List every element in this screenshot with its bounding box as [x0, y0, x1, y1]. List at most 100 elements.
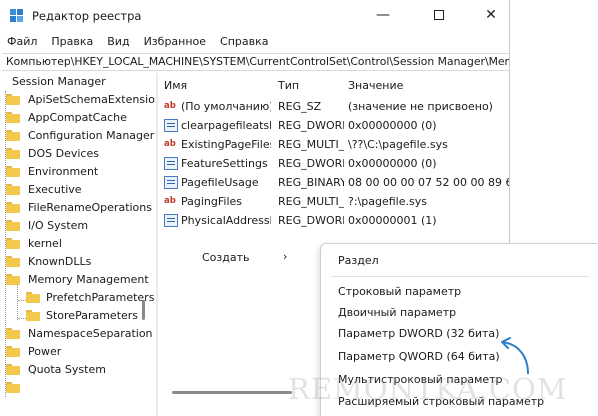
registry-tree[interactable]: Session Manager ApiSetSchemaExtensions A… [0, 73, 155, 416]
registry-editor-icon [10, 9, 24, 23]
tree-item-label: Memory Management [28, 273, 149, 286]
tree-item-label: AppCompatCache [28, 111, 127, 124]
create-menu-label: Создать [202, 251, 250, 264]
tree-item-label: NamespaceSeparation [28, 327, 153, 340]
tree-item-label: DOS Devices [28, 147, 99, 160]
tree-item-label: StoreParameters [46, 309, 139, 322]
window-title: Редактор реестра [32, 9, 142, 23]
menu-favorites[interactable]: Избранное [137, 32, 213, 52]
menu-help[interactable]: Справка [213, 32, 275, 52]
value-name: clearpagefileatshutdown [181, 119, 271, 132]
minimize-button[interactable]: — [366, 4, 400, 26]
value-name: FeatureSettings [181, 157, 268, 170]
tree-guide-line [18, 300, 26, 301]
value-data: 0x00000001 (1) [348, 214, 437, 227]
value-type: REG_DWORD [278, 214, 344, 227]
value-row[interactable]: ab (По умолчанию) REG_SZ (значение не пр… [160, 97, 509, 116]
tree-item-label: kernel [28, 237, 62, 250]
submenu-separator [331, 276, 589, 277]
pointer-arrow-icon [501, 337, 529, 375]
tree-guide-line [17, 284, 18, 320]
column-header-name[interactable]: Имя [164, 79, 187, 92]
value-type: REG_SZ [278, 100, 322, 113]
folder-icon [6, 166, 20, 177]
tree-item-label: KnownDLLs [28, 255, 92, 268]
folder-icon [6, 382, 20, 393]
value-row[interactable]: clearpagefileatshutdown REG_DWORD 0x0000… [160, 116, 509, 135]
submenu-item-binary-value[interactable]: Двоичный параметр [338, 306, 456, 319]
value-row[interactable]: ab PagingFiles REG_MULTI_SZ ?:\pagefile.… [160, 192, 509, 211]
folder-icon [26, 292, 40, 303]
menu-edit[interactable]: Правка [44, 32, 100, 52]
folder-icon [6, 256, 20, 267]
close-button[interactable]: ✕ [474, 4, 508, 26]
value-name: PhysicalAddressExtension [181, 214, 271, 227]
pane-splitter[interactable] [156, 73, 158, 416]
folder-icon [6, 346, 20, 357]
tree-item-label: FileRenameOperations [28, 201, 152, 214]
value-name: PagefileUsage [181, 176, 259, 189]
context-menu-create[interactable]: Создать › [186, 243, 302, 273]
folder-icon [6, 328, 20, 339]
string-value-icon: ab [164, 139, 176, 149]
folder-icon [6, 130, 20, 141]
value-name: ExistingPageFiles [181, 138, 271, 151]
folder-icon [6, 94, 20, 105]
tree-item-label: Executive [28, 183, 82, 196]
value-type: REG_MULTI_SZ [278, 138, 344, 151]
folder-icon [6, 238, 20, 249]
minimize-icon: — [376, 7, 390, 23]
folder-icon [6, 202, 20, 213]
value-type: REG_BINARY [278, 176, 344, 189]
column-header-type[interactable]: Тип [278, 79, 299, 92]
menu-file[interactable]: Файл [0, 32, 44, 52]
folder-icon [6, 274, 20, 285]
folder-icon [26, 310, 40, 321]
value-data: 0x00000000 (0) [348, 119, 437, 132]
tree-guide-line [18, 318, 26, 319]
tree-item-label: Session Manager [12, 75, 106, 88]
binary-value-icon [164, 157, 178, 170]
submenu-item-qword-value[interactable]: Параметр QWORD (64 бита) [338, 350, 500, 363]
close-icon: ✕ [485, 7, 497, 23]
value-data: 0x00000000 (0) [348, 157, 437, 170]
tree-item-label: Quota System [28, 363, 106, 376]
tree-item-label: Environment [28, 165, 99, 178]
maximize-icon [434, 10, 444, 20]
value-data: ?:\pagefile.sys [348, 195, 427, 208]
column-header-data[interactable]: Значение [348, 79, 403, 92]
value-row[interactable]: PagefileUsage REG_BINARY 08 00 00 00 07 … [160, 173, 509, 192]
value-row[interactable]: ab ExistingPageFiles REG_MULTI_SZ \??\C:… [160, 135, 509, 154]
values-scrollbar-thumb[interactable] [172, 391, 292, 394]
folder-icon [6, 364, 20, 375]
address-bar[interactable]: Компьютер\HKEY_LOCAL_MACHINE\SYSTEM\Curr… [2, 53, 509, 71]
value-name: (По умолчанию) [181, 100, 271, 113]
tree-item-label: Power [28, 345, 62, 358]
tree-item-label: Configuration Manager [28, 129, 155, 142]
menu-bar: Файл Правка Вид Избранное Справка [0, 32, 509, 52]
tree-scrollbar-thumb[interactable] [142, 300, 145, 320]
tree-item-label: PrefetchParameters [46, 291, 155, 304]
value-type: REG_DWORD [278, 157, 344, 170]
value-row[interactable]: PhysicalAddressExtension REG_DWORD 0x000… [160, 211, 509, 230]
folder-icon [6, 148, 20, 159]
string-value-icon: ab [164, 196, 176, 206]
submenu-item-string-value[interactable]: Строковый параметр [338, 285, 461, 298]
binary-value-icon [164, 119, 178, 132]
maximize-button[interactable] [422, 4, 456, 26]
title-bar[interactable]: Редактор реестра — ✕ [0, 0, 509, 32]
value-row[interactable]: FeatureSettings REG_DWORD 0x00000000 (0) [160, 154, 509, 173]
menu-view[interactable]: Вид [100, 32, 136, 52]
folder-icon [6, 112, 20, 123]
tree-item-label: ApiSetSchemaExtensions [28, 93, 155, 106]
value-type: REG_DWORD [278, 119, 344, 132]
value-data: 08 00 00 00 07 52 00 00 89 60 00 00 [348, 176, 509, 189]
folder-icon [6, 220, 20, 231]
binary-value-icon [164, 176, 178, 189]
submenu-item-dword-value[interactable]: Параметр DWORD (32 бита) [338, 327, 499, 340]
value-name: PagingFiles [181, 195, 243, 208]
submenu-arrow-icon: › [283, 250, 288, 263]
tree-item-label: I/O System [28, 219, 89, 232]
value-data: \??\C:\pagefile.sys [348, 138, 448, 151]
submenu-item-key[interactable]: Раздел [338, 254, 379, 267]
